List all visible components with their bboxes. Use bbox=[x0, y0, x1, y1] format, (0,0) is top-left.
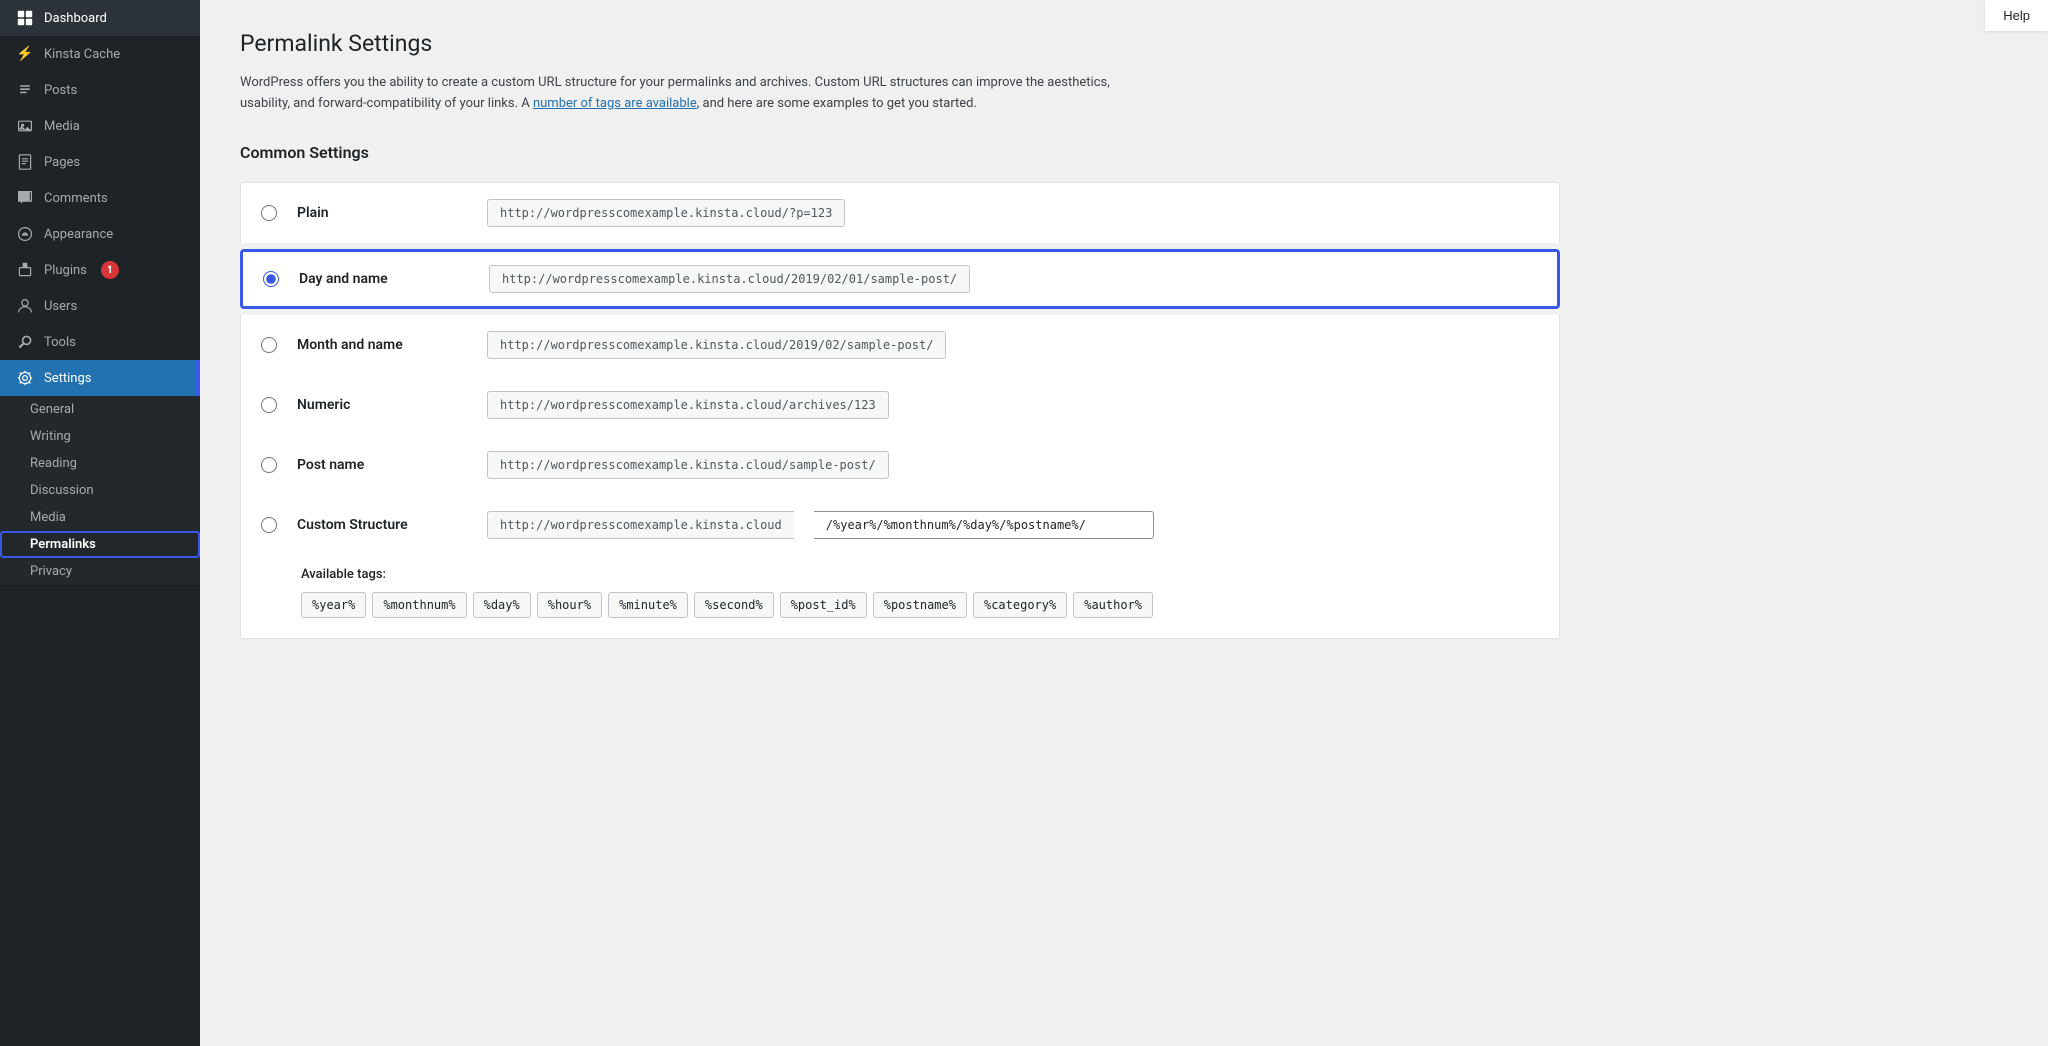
sidebar-item-comments-label: Comments bbox=[44, 191, 108, 206]
sidebar-item-posts[interactable]: Posts bbox=[0, 72, 200, 108]
url-post-name: http://wordpresscomexample.kinsta.cloud/… bbox=[487, 451, 889, 479]
sidebar-item-plugins-label: Plugins bbox=[44, 263, 87, 278]
submenu-discussion[interactable]: Discussion bbox=[0, 477, 200, 504]
url-day-and-name: http://wordpresscomexample.kinsta.cloud/… bbox=[489, 265, 970, 293]
submenu-permalinks[interactable]: Permalinks bbox=[0, 531, 200, 558]
tags-row: %year%%monthnum% %day%%hour%%minute%%seco… bbox=[301, 592, 1539, 618]
tag-button-postname[interactable]: %postname% bbox=[873, 592, 967, 618]
tag-button-hour[interactable]: %hour% bbox=[537, 592, 602, 618]
tag-button-day[interactable]: %day% bbox=[473, 592, 531, 618]
radio-post-name[interactable] bbox=[261, 457, 277, 473]
url-numeric: http://wordpresscomexample.kinsta.cloud/… bbox=[487, 391, 889, 419]
sidebar-item-posts-label: Posts bbox=[44, 83, 77, 98]
label-numeric[interactable]: Numeric bbox=[297, 397, 467, 413]
plugins-icon bbox=[16, 261, 34, 279]
radio-plain[interactable] bbox=[261, 205, 277, 221]
sidebar-item-kinsta-cache-label: Kinsta Cache bbox=[44, 47, 120, 62]
sidebar-item-appearance[interactable]: Appearance bbox=[0, 216, 200, 252]
settings-submenu: General Writing Reading Discussion Media… bbox=[0, 396, 200, 585]
dashboard-icon bbox=[16, 9, 34, 27]
plugins-badge: 1 bbox=[101, 261, 119, 279]
tag-button-author[interactable]: %author% bbox=[1073, 592, 1153, 618]
sidebar-item-tools-label: Tools bbox=[44, 335, 76, 350]
tag-button-post_id[interactable]: %post_id% bbox=[780, 592, 867, 618]
main-content: Help Permalink Settings WordPress offers… bbox=[200, 0, 2048, 1046]
radio-day-and-name[interactable] bbox=[263, 271, 279, 287]
label-plain[interactable]: Plain bbox=[297, 205, 467, 221]
sidebar-item-users-label: Users bbox=[44, 299, 77, 314]
sidebar-item-pages[interactable]: Pages bbox=[0, 144, 200, 180]
sidebar-item-settings-label: Settings bbox=[44, 371, 91, 386]
custom-url-input[interactable] bbox=[814, 511, 1154, 539]
sidebar-item-media-label: Media bbox=[44, 119, 80, 134]
submenu-general[interactable]: General bbox=[0, 396, 200, 423]
submenu-reading[interactable]: Reading bbox=[0, 450, 200, 477]
sidebar-item-dashboard-label: Dashboard bbox=[44, 11, 107, 26]
pages-icon bbox=[16, 153, 34, 171]
label-custom[interactable]: Custom Structure bbox=[297, 517, 467, 533]
comments-icon bbox=[16, 189, 34, 207]
url-custom-prefix: http://wordpresscomexample.kinsta.cloud bbox=[487, 511, 794, 539]
appearance-icon bbox=[16, 225, 34, 243]
radio-month-and-name[interactable] bbox=[261, 337, 277, 353]
common-settings-title: Common Settings bbox=[240, 143, 1560, 162]
label-month-and-name[interactable]: Month and name bbox=[297, 337, 467, 353]
tools-icon bbox=[16, 333, 34, 351]
tag-button-category[interactable]: %category% bbox=[973, 592, 1067, 618]
sidebar-item-dashboard[interactable]: Dashboard bbox=[0, 0, 200, 36]
tag-button-monthnum[interactable]: %monthnum% bbox=[372, 592, 466, 618]
option-post-name: Post name http://wordpresscomexample.kin… bbox=[240, 435, 1560, 495]
description-text-after: , and here are some examples to get you … bbox=[697, 96, 977, 111]
available-tags-section: Available tags: %year%%monthnum% %day%%ho… bbox=[241, 555, 1559, 638]
option-custom-structure: Custom Structure http://wordpresscomexam… bbox=[240, 495, 1560, 639]
sidebar-item-plugins[interactable]: Plugins 1 bbox=[0, 252, 200, 288]
submenu-media[interactable]: Media bbox=[0, 504, 200, 531]
users-icon bbox=[16, 297, 34, 315]
submenu-writing[interactable]: Writing bbox=[0, 423, 200, 450]
sidebar-item-settings[interactable]: Settings bbox=[0, 360, 200, 396]
tag-button-second[interactable]: %second% bbox=[694, 592, 774, 618]
sidebar-item-pages-label: Pages bbox=[44, 155, 80, 170]
page-description: WordPress offers you the ability to crea… bbox=[240, 73, 1140, 115]
url-plain: http://wordpresscomexample.kinsta.cloud/… bbox=[487, 199, 845, 227]
submenu-privacy[interactable]: Privacy bbox=[0, 558, 200, 585]
media-icon bbox=[16, 117, 34, 135]
tag-button-minute[interactable]: %minute% bbox=[608, 592, 688, 618]
tag-button-year[interactable]: %year% bbox=[301, 592, 366, 618]
option-numeric: Numeric http://wordpresscomexample.kinst… bbox=[240, 375, 1560, 435]
help-button[interactable]: Help bbox=[1985, 0, 2048, 31]
page-title: Permalink Settings bbox=[240, 30, 1560, 57]
kinsta-cache-icon: ⚡ bbox=[16, 45, 34, 63]
sidebar-item-kinsta-cache[interactable]: ⚡ Kinsta Cache bbox=[0, 36, 200, 72]
radio-custom[interactable] bbox=[261, 517, 277, 533]
option-month-and-name: Month and name http://wordpresscomexampl… bbox=[240, 315, 1560, 375]
url-month-and-name: http://wordpresscomexample.kinsta.cloud/… bbox=[487, 331, 946, 359]
sidebar: Dashboard ⚡ Kinsta Cache Posts Media Pag… bbox=[0, 0, 200, 1046]
tags-link[interactable]: number of tags are available bbox=[533, 96, 697, 111]
settings-icon bbox=[16, 369, 34, 387]
label-day-and-name[interactable]: Day and name bbox=[299, 271, 469, 287]
option-day-and-name: Day and name http://wordpresscomexample.… bbox=[240, 249, 1560, 309]
available-tags-label: Available tags: bbox=[301, 567, 1539, 582]
sidebar-item-users[interactable]: Users bbox=[0, 288, 200, 324]
sidebar-item-tools[interactable]: Tools bbox=[0, 324, 200, 360]
radio-numeric[interactable] bbox=[261, 397, 277, 413]
label-post-name[interactable]: Post name bbox=[297, 457, 467, 473]
posts-icon bbox=[16, 81, 34, 99]
sidebar-item-appearance-label: Appearance bbox=[44, 227, 113, 242]
sidebar-item-media[interactable]: Media bbox=[0, 108, 200, 144]
sidebar-item-comments[interactable]: Comments bbox=[0, 180, 200, 216]
option-plain: Plain http://wordpresscomexample.kinsta.… bbox=[240, 182, 1560, 243]
